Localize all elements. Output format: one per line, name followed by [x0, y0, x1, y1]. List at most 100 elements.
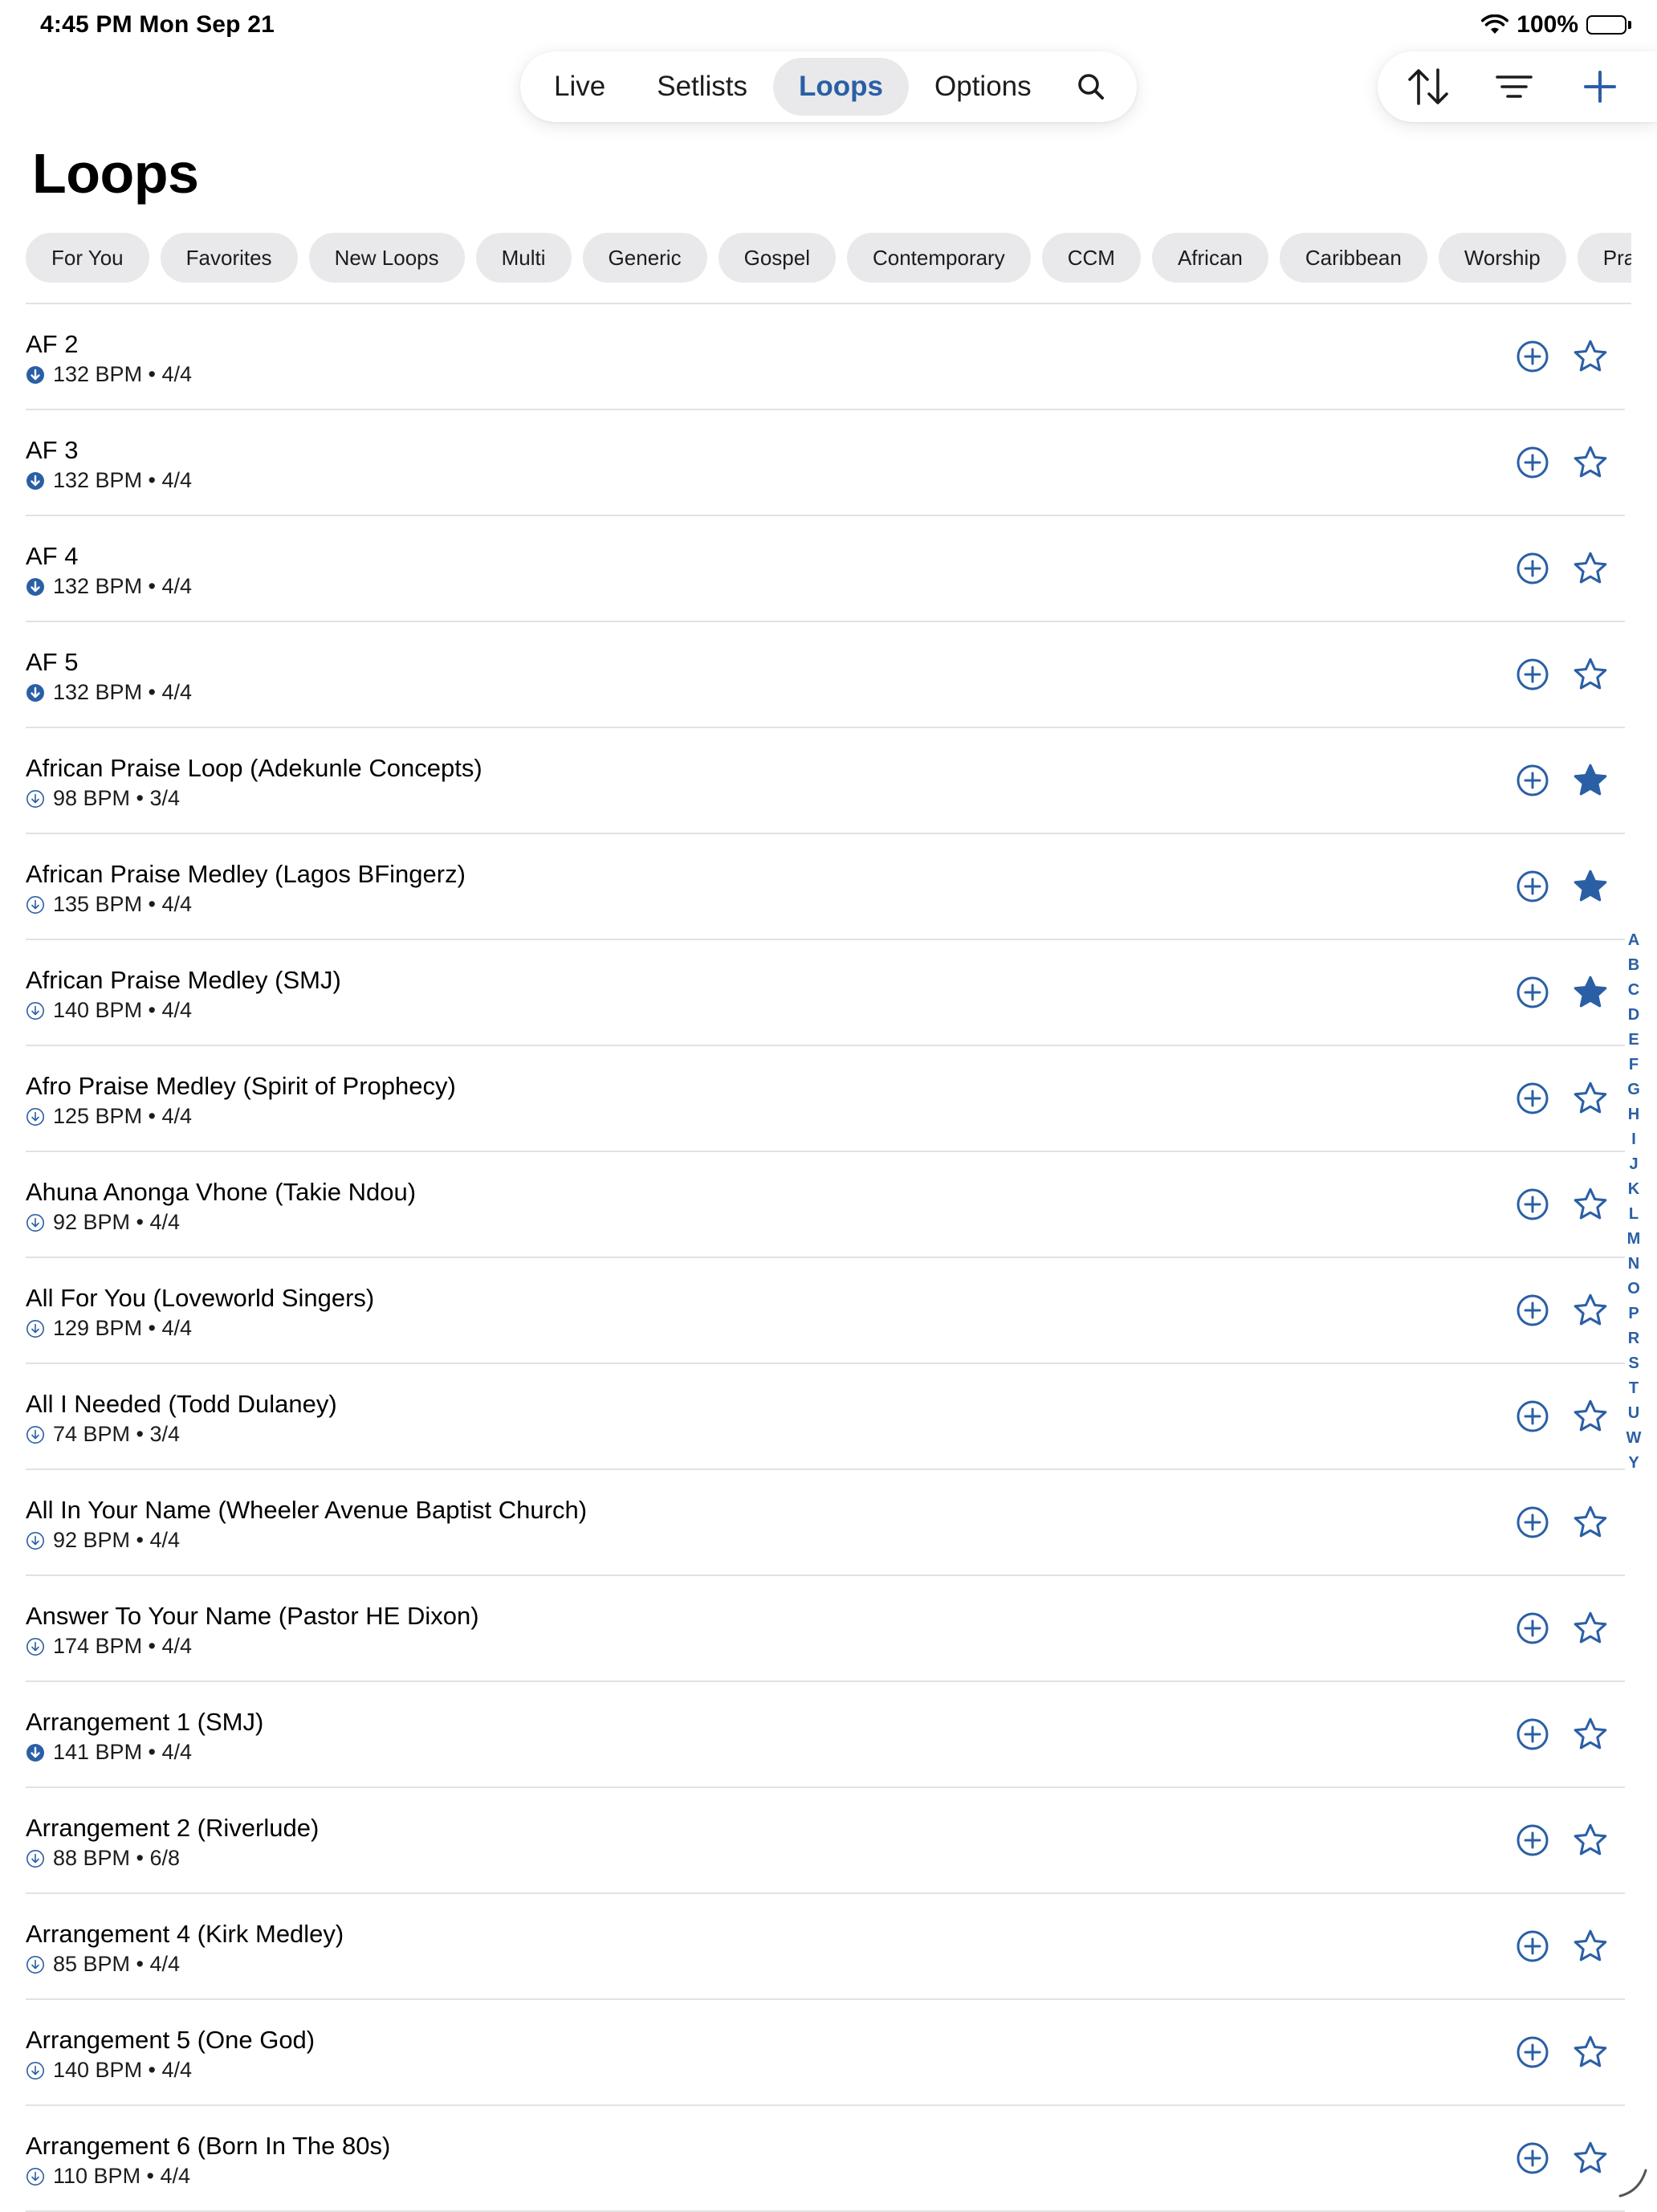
- favorite-button[interactable]: [1569, 865, 1612, 908]
- index-letter-j[interactable]: J: [1629, 1152, 1638, 1177]
- index-letter-e[interactable]: E: [1628, 1028, 1639, 1053]
- chip-multi[interactable]: Multi: [475, 233, 572, 283]
- add-to-setlist-button[interactable]: [1512, 1184, 1553, 1224]
- index-letter-a[interactable]: A: [1628, 928, 1639, 953]
- favorite-button[interactable]: [1569, 1607, 1612, 1650]
- add-to-setlist-button[interactable]: [1512, 2138, 1553, 2178]
- favorite-button[interactable]: [1569, 1289, 1612, 1332]
- index-letter-u[interactable]: U: [1628, 1401, 1639, 1426]
- index-letter-p[interactable]: P: [1628, 1302, 1639, 1326]
- add-to-setlist-button[interactable]: [1512, 654, 1553, 695]
- chip-favorites[interactable]: Favorites: [160, 233, 298, 283]
- add-to-setlist-button[interactable]: [1512, 1820, 1553, 1860]
- list-item[interactable]: Arrangement 2 (Riverlude) 88 BPM • 6/8: [26, 1788, 1625, 1894]
- index-letter-r[interactable]: R: [1628, 1326, 1639, 1351]
- index-letter-w[interactable]: W: [1626, 1426, 1642, 1451]
- list-item[interactable]: Arrangement 1 (SMJ) 141 BPM • 4/4: [26, 1682, 1625, 1788]
- favorite-button[interactable]: [1569, 2031, 1612, 2074]
- tab-loops[interactable]: Loops: [773, 58, 910, 116]
- favorite-button[interactable]: [1569, 759, 1612, 802]
- favorite-button[interactable]: [1569, 1077, 1612, 1120]
- list-item[interactable]: African Praise Loop (Adekunle Concepts) 9…: [26, 728, 1625, 834]
- list-item[interactable]: African Praise Medley (Lagos BFingerz) 13…: [26, 834, 1625, 940]
- index-letter-b[interactable]: B: [1628, 953, 1639, 978]
- loop-title: Arrangement 6 (Born In The 80s): [26, 2132, 391, 2160]
- favorite-button[interactable]: [1569, 1183, 1612, 1226]
- favorite-button[interactable]: [1569, 1395, 1612, 1438]
- list-item[interactable]: African Praise Medley (SMJ) 140 BPM • 4/4: [26, 940, 1625, 1046]
- favorite-button[interactable]: [1569, 653, 1612, 696]
- list-item[interactable]: AF 4 132 BPM • 4/4: [26, 516, 1625, 622]
- search-button[interactable]: [1062, 58, 1120, 116]
- add-to-setlist-button[interactable]: [1512, 1926, 1553, 1966]
- add-to-setlist-button[interactable]: [1512, 548, 1553, 589]
- chip-contemporary[interactable]: Contemporary: [846, 233, 1031, 283]
- chip-new-loops[interactable]: New Loops: [308, 233, 465, 283]
- index-letter-y[interactable]: Y: [1628, 1451, 1639, 1476]
- tab-options[interactable]: Options: [909, 58, 1057, 116]
- index-letter-g[interactable]: G: [1627, 1077, 1640, 1102]
- index-letter-k[interactable]: K: [1628, 1177, 1639, 1202]
- add-circle-icon: [1517, 1188, 1549, 1220]
- list-item[interactable]: Afro Praise Medley (Spirit of Prophecy) 1…: [26, 1046, 1625, 1152]
- add-to-setlist-button[interactable]: [1512, 1608, 1553, 1648]
- list-item[interactable]: AF 2 132 BPM • 4/4: [26, 304, 1625, 410]
- loop-meta: 110 BPM • 4/4: [26, 2164, 190, 2189]
- chip-worship[interactable]: Worship: [1438, 233, 1566, 283]
- add-to-setlist-button[interactable]: [1512, 442, 1553, 483]
- index-letter-m[interactable]: M: [1627, 1227, 1641, 1252]
- favorite-button[interactable]: [1569, 1925, 1612, 1968]
- sort-button[interactable]: [1396, 55, 1460, 119]
- chip-caribbean[interactable]: Caribbean: [1279, 233, 1427, 283]
- add-to-setlist-button[interactable]: [1512, 866, 1553, 906]
- favorite-button[interactable]: [1569, 547, 1612, 590]
- list-item[interactable]: Arrangement 4 (Kirk Medley) 85 BPM • 4/4: [26, 1894, 1625, 2000]
- list-item[interactable]: Arrangement 5 (One God) 140 BPM • 4/4: [26, 2000, 1625, 2106]
- list-item[interactable]: AF 5 132 BPM • 4/4: [26, 622, 1625, 728]
- filter-button[interactable]: [1482, 55, 1546, 119]
- index-letter-f[interactable]: F: [1629, 1053, 1639, 1077]
- add-to-setlist-button[interactable]: [1512, 1078, 1553, 1118]
- chip-african[interactable]: African: [1151, 233, 1268, 283]
- favorite-button[interactable]: [1569, 1501, 1612, 1544]
- add-to-setlist-button[interactable]: [1512, 1396, 1553, 1436]
- favorite-button[interactable]: [1569, 335, 1612, 378]
- add-to-setlist-button[interactable]: [1512, 1502, 1553, 1542]
- chip-generic[interactable]: Generic: [582, 233, 707, 283]
- chip-praise[interactable]: Praise: [1577, 233, 1631, 283]
- add-to-setlist-button[interactable]: [1512, 1290, 1553, 1330]
- favorite-button[interactable]: [1569, 1713, 1612, 1756]
- add-to-setlist-button[interactable]: [1512, 760, 1553, 800]
- index-letter-l[interactable]: L: [1629, 1202, 1639, 1227]
- index-letter-t[interactable]: T: [1629, 1376, 1639, 1401]
- chip-gospel[interactable]: Gospel: [718, 233, 836, 283]
- list-item[interactable]: Arrangement 6 (Born In The 80s) 110 BPM •…: [26, 2106, 1625, 2212]
- list-item[interactable]: All In Your Name (Wheeler Avenue Baptist…: [26, 1470, 1625, 1576]
- list-item[interactable]: Ahuna Anonga Vhone (Takie Ndou) 92 BPM • …: [26, 1152, 1625, 1258]
- list-item[interactable]: AF 3 132 BPM • 4/4: [26, 410, 1625, 516]
- index-letter-c[interactable]: C: [1628, 978, 1639, 1003]
- alphabet-index[interactable]: ABCDEFGHIJKLMNOPRSTUWY: [1622, 928, 1646, 1476]
- list-item[interactable]: All I Needed (Todd Dulaney) 74 BPM • 3/4: [26, 1364, 1625, 1470]
- add-to-setlist-button[interactable]: [1512, 336, 1553, 377]
- add-to-setlist-button[interactable]: [1512, 1714, 1553, 1754]
- favorite-button[interactable]: [1569, 1819, 1612, 1862]
- favorite-button[interactable]: [1569, 2137, 1612, 2180]
- favorite-button[interactable]: [1569, 441, 1612, 484]
- index-letter-i[interactable]: I: [1631, 1127, 1636, 1152]
- index-letter-n[interactable]: N: [1628, 1252, 1639, 1277]
- add-loop-button[interactable]: [1568, 55, 1632, 119]
- index-letter-d[interactable]: D: [1628, 1003, 1639, 1028]
- chip-for-you[interactable]: For You: [26, 233, 149, 283]
- add-to-setlist-button[interactable]: [1512, 2032, 1553, 2072]
- index-letter-s[interactable]: S: [1628, 1351, 1639, 1376]
- chip-ccm[interactable]: CCM: [1041, 233, 1141, 283]
- list-item[interactable]: Answer To Your Name (Pastor HE Dixon) 174…: [26, 1576, 1625, 1682]
- tab-live[interactable]: Live: [528, 58, 631, 116]
- tab-setlists[interactable]: Setlists: [631, 58, 773, 116]
- index-letter-o[interactable]: O: [1627, 1277, 1640, 1302]
- add-to-setlist-button[interactable]: [1512, 972, 1553, 1012]
- index-letter-h[interactable]: H: [1628, 1102, 1639, 1127]
- favorite-button[interactable]: [1569, 971, 1612, 1014]
- list-item[interactable]: All For You (Loveworld Singers) 129 BPM •…: [26, 1258, 1625, 1364]
